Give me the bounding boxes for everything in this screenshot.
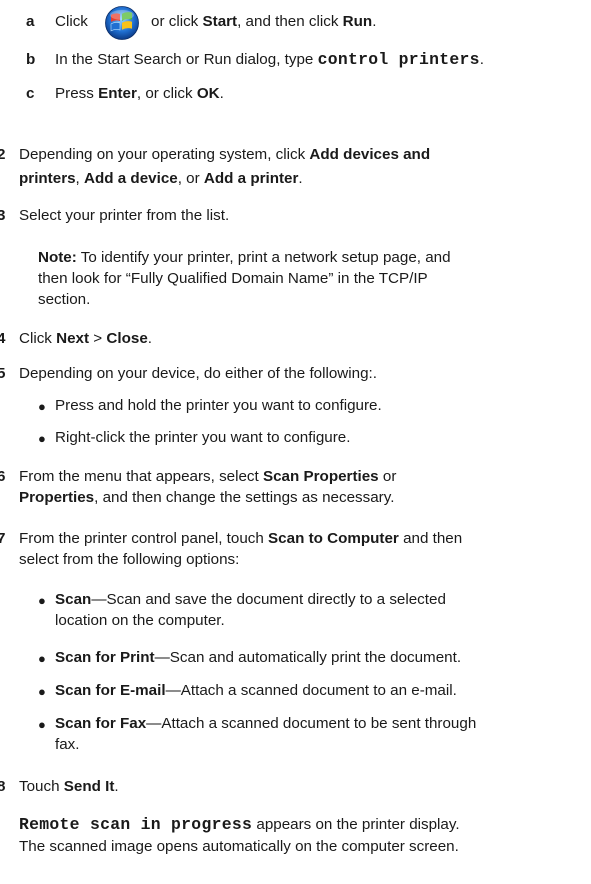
- step-3-text: Select your printer from the list.: [19, 207, 230, 224]
- step-number: 8: [0, 778, 6, 795]
- step-5-bullet-1: Press and hold the printer you want to c…: [55, 397, 382, 414]
- option-scan-for-print-line1: Scan for Print—Scan and automatically pr…: [55, 649, 462, 666]
- step-number: 4: [0, 330, 6, 347]
- substep-letter: b: [26, 51, 36, 68]
- step-5: 5 Depending on your device, do either of…: [0, 358, 591, 448]
- step-6: 6 From the menu that appears, select Sca…: [0, 460, 591, 510]
- bullet-dot-icon: ●: [38, 651, 46, 666]
- step-number: 3: [0, 207, 6, 224]
- note-line3: section.: [38, 291, 91, 308]
- step-2: 2 Depending on your operating system, cl…: [0, 118, 591, 164]
- step-7-line1: From the printer control panel, touch Sc…: [19, 530, 463, 547]
- step-4-text: Click Next > Close.: [19, 330, 152, 347]
- substep-c-text: Press Enter, or click OK.: [55, 85, 224, 102]
- step-number: 5: [0, 365, 6, 382]
- note-block: Note: To identify your printer, print a …: [0, 244, 591, 314]
- step-number: 7: [0, 530, 6, 547]
- step-4: 4 Click Next > Close.: [0, 326, 591, 350]
- note-line2: then look for “Fully Qualified Domain Na…: [38, 270, 428, 287]
- substep-b-text: In the Start Search or Run dialog, type …: [55, 50, 484, 69]
- substep-letter: c: [26, 85, 35, 102]
- bullet-dot-icon: ●: [38, 593, 46, 608]
- bullet-dot-icon: ●: [38, 717, 46, 732]
- step-8: 8 Touch Send It.: [0, 770, 591, 795]
- option-scan-for-email: ● Scan for E-mail—Attach a scanned docum…: [0, 675, 591, 699]
- code-text: control printers: [317, 50, 480, 69]
- code-text: Remote scan in progress: [19, 815, 253, 834]
- option-scan-line2: location on the computer.: [55, 612, 225, 629]
- substep-b: b In the Start Search or Run dialog, typ…: [0, 46, 591, 70]
- substep-a-text: or click Start, and then click Run.: [151, 13, 377, 30]
- step-5-bullet-2: Right-click the printer you want to conf…: [55, 429, 351, 446]
- step-2-line2: printers, Add a device, or Add a printer…: [19, 170, 303, 187]
- document-page: a Click or click Start, and then click R…: [0, 0, 591, 884]
- step-8-result-line1: Remote scan in progress appears on the p…: [19, 815, 460, 834]
- substep-a-pre: Click: [55, 13, 88, 30]
- step-2-line1: Depending on your operating system, clic…: [19, 146, 431, 163]
- option-scan-line1: Scan—Scan and save the document directly…: [55, 591, 446, 608]
- bullet-dot-icon: ●: [38, 431, 46, 446]
- substep-a: a Click or click Start, and then click R…: [0, 6, 591, 40]
- option-scan-for-print: ● Scan for Print—Scan and automatically …: [0, 642, 591, 666]
- option-scan-for-fax-line2: fax.: [55, 736, 80, 753]
- step-7: 7 From the printer control panel, touch …: [0, 522, 591, 572]
- step-8-result: Remote scan in progress appears on the p…: [0, 808, 591, 858]
- step-8-result-line2: The scanned image opens automatically on…: [19, 838, 459, 855]
- option-scan: ● Scan—Scan and save the document direct…: [0, 584, 591, 632]
- step-2-cont: printers, Add a device, or Add a printer…: [0, 164, 591, 187]
- bullet-dot-icon: ●: [38, 684, 46, 699]
- option-scan-for-email-line1: Scan for E-mail—Attach a scanned documen…: [55, 682, 457, 699]
- step-number: 6: [0, 468, 6, 485]
- option-scan-for-fax-line1: Scan for Fax—Attach a scanned document t…: [55, 715, 477, 732]
- option-scan-for-fax: ● Scan for Fax—Attach a scanned document…: [0, 708, 591, 756]
- substep-letter: a: [26, 13, 35, 30]
- step-3: 3 Select your printer from the list.: [0, 200, 591, 224]
- step-8-text: Touch Send It.: [19, 778, 119, 795]
- note-line1: Note: To identify your printer, print a …: [38, 249, 451, 266]
- step-number: 2: [0, 146, 6, 163]
- step-5-text: Depending on your device, do either of t…: [19, 365, 377, 382]
- substep-c: c Press Enter, or click OK.: [0, 80, 591, 104]
- step-7-line2: select from the following options:: [19, 551, 240, 568]
- step-6-line1: From the menu that appears, select Scan …: [19, 468, 397, 485]
- step-6-line2: Properties, and then change the settings…: [19, 489, 395, 506]
- windows-start-orb-icon[interactable]: [97, 6, 147, 40]
- bullet-dot-icon: ●: [38, 399, 46, 414]
